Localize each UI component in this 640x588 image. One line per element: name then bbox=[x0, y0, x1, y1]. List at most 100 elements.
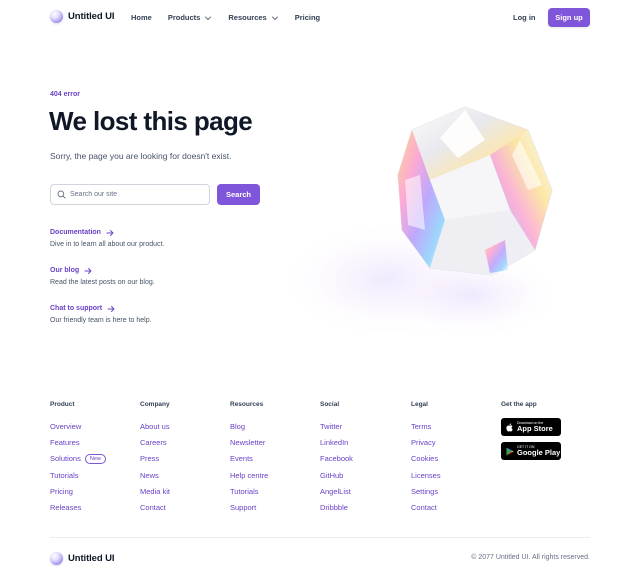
footer-link-label: Releases bbox=[50, 503, 82, 513]
footer-link[interactable]: Settings bbox=[411, 483, 441, 499]
link-description: Our friendly team is here to help. bbox=[50, 317, 152, 324]
app-store-button[interactable]: Download on the App Store bbox=[501, 418, 561, 436]
login-link[interactable]: Log in bbox=[513, 13, 536, 22]
footer-link[interactable]: Overview bbox=[50, 418, 106, 434]
footer-column-title: Resources bbox=[230, 401, 264, 408]
footer-link[interactable]: Events bbox=[230, 451, 268, 467]
search-input[interactable] bbox=[70, 191, 200, 198]
crystal-illustration bbox=[280, 106, 565, 340]
logo-text: Untitled UI bbox=[68, 553, 115, 564]
copyright-text: © 2077 Untitled UI. All rights reserved. bbox=[471, 554, 590, 561]
helpful-links: Documentation Dive in to learn all about… bbox=[50, 228, 164, 342]
nav-links: Home Products Resources Pricing bbox=[131, 13, 336, 22]
footer-column-title: Social bbox=[320, 401, 340, 408]
google-play-button[interactable]: GET IT ON Google Play bbox=[501, 442, 561, 460]
footer-column-social: Social Twitter LinkedIn Facebook GitHub … bbox=[320, 401, 353, 516]
footer-logo[interactable]: Untitled UI bbox=[50, 552, 115, 565]
footer-link-label: Features bbox=[50, 437, 80, 447]
link-label: Documentation bbox=[50, 229, 101, 236]
footer-link[interactable]: Media kit bbox=[140, 483, 170, 499]
nav-link-pricing[interactable]: Pricing bbox=[295, 13, 320, 22]
header-logo[interactable]: Untitled UI bbox=[50, 10, 115, 23]
footer-link[interactable]: LinkedIn bbox=[320, 434, 353, 450]
footer-link[interactable]: Privacy bbox=[411, 434, 441, 450]
footer-link[interactable]: Tutorials bbox=[50, 467, 106, 483]
footer-link-label: Overview bbox=[50, 421, 82, 431]
link-item-blog: Our blog Read the latest posts on our bl… bbox=[50, 266, 164, 288]
footer-link-label: Tutorials bbox=[50, 470, 79, 480]
page-title: We lost this page bbox=[49, 106, 253, 136]
search-field[interactable] bbox=[50, 184, 210, 205]
link-label: Chat to support bbox=[50, 305, 103, 312]
footer-link[interactable]: Dribbble bbox=[320, 499, 353, 515]
nav-link-resources[interactable]: Resources bbox=[228, 13, 278, 22]
footer-link[interactable]: Help centre bbox=[230, 467, 268, 483]
footer-link[interactable]: Support bbox=[230, 499, 268, 515]
footer-column-title: Get the app bbox=[501, 401, 537, 408]
footer-link[interactable]: GitHub bbox=[320, 467, 353, 483]
link-description: Dive in to learn all about our product. bbox=[50, 241, 165, 248]
footer-link-label: Solutions bbox=[50, 454, 81, 464]
footer-link[interactable]: News bbox=[140, 467, 170, 483]
footer-link[interactable]: Licenses bbox=[411, 467, 441, 483]
documentation-link[interactable]: Documentation bbox=[50, 228, 164, 237]
footer-link[interactable]: Twitter bbox=[320, 418, 353, 434]
store-big-text: Google Play bbox=[517, 448, 561, 457]
link-description: Read the latest posts on our blog. bbox=[50, 279, 155, 286]
footer-link[interactable]: About us bbox=[140, 418, 170, 434]
arrow-right-icon bbox=[107, 305, 115, 312]
signup-button[interactable]: Sign up bbox=[548, 8, 590, 27]
blog-link[interactable]: Our blog bbox=[50, 266, 164, 275]
search-icon bbox=[57, 190, 66, 199]
footer-link[interactable]: Contact bbox=[140, 499, 170, 515]
footer-link[interactable]: Solutions New bbox=[50, 451, 106, 467]
nav-link-label: Home bbox=[131, 13, 152, 22]
footer-link[interactable]: Newsletter bbox=[230, 434, 268, 450]
logo-text: Untitled UI bbox=[68, 11, 115, 22]
nav-link-label: Resources bbox=[228, 13, 267, 22]
footer-link[interactable]: Contact bbox=[411, 499, 441, 515]
chevron-down-icon bbox=[271, 16, 278, 20]
footer-link[interactable]: Features bbox=[50, 434, 106, 450]
top-navigation: Untitled UI Home Products Resources Pric… bbox=[0, 0, 640, 36]
page-subtitle: Sorry, the page you are looking for does… bbox=[50, 151, 232, 161]
footer-link[interactable]: Press bbox=[140, 451, 170, 467]
footer-column-title: Product bbox=[50, 401, 75, 408]
logo-mark-icon bbox=[50, 552, 63, 565]
nav-link-products[interactable]: Products bbox=[168, 13, 213, 22]
footer-link[interactable]: Blog bbox=[230, 418, 268, 434]
chevron-down-icon bbox=[205, 16, 212, 20]
footer-column-resources: Resources Blog Newsletter Events Help ce… bbox=[230, 401, 268, 516]
footer-link[interactable]: Pricing bbox=[50, 483, 106, 499]
nav-link-home[interactable]: Home bbox=[131, 13, 152, 22]
footer-column-get-app: Get the app Download on the App Store GE… bbox=[501, 401, 561, 466]
nav-link-label: Products bbox=[167, 13, 201, 22]
footer-link[interactable]: Careers bbox=[140, 434, 170, 450]
footer-link[interactable]: Facebook bbox=[320, 451, 353, 467]
search-button[interactable]: Search bbox=[217, 184, 260, 205]
support-link[interactable]: Chat to support bbox=[50, 304, 164, 313]
footer-link[interactable]: Tutorials bbox=[230, 483, 268, 499]
footer-link[interactable]: Terms bbox=[411, 418, 441, 434]
arrow-right-icon bbox=[106, 229, 114, 236]
footer-divider bbox=[50, 537, 590, 538]
footer-column-product: Product Overview Features Solutions New T… bbox=[50, 401, 106, 516]
apple-icon bbox=[506, 423, 513, 431]
error-code-label: 404 error bbox=[50, 91, 80, 98]
link-item-documentation: Documentation Dive in to learn all about… bbox=[50, 228, 164, 250]
link-label: Our blog bbox=[50, 267, 80, 274]
logo-mark-icon bbox=[50, 10, 63, 23]
new-badge: New bbox=[84, 453, 106, 464]
arrow-right-icon bbox=[84, 267, 92, 274]
nav-link-label: Pricing bbox=[294, 13, 321, 22]
footer-link[interactable]: Releases bbox=[50, 499, 106, 515]
footer-link[interactable]: AngelList bbox=[320, 483, 353, 499]
footer-link[interactable]: Cookies bbox=[411, 451, 441, 467]
footer-column-title: Legal bbox=[411, 401, 428, 408]
footer-column-company: Company About us Careers Press News Medi… bbox=[140, 401, 170, 516]
footer-column-title: Company bbox=[140, 401, 170, 408]
google-play-icon bbox=[506, 447, 514, 455]
link-item-support: Chat to support Our friendly team is her… bbox=[50, 304, 164, 326]
footer-column-legal: Legal Terms Privacy Cookies Licenses Set… bbox=[411, 401, 441, 516]
footer-link-label: Pricing bbox=[50, 486, 73, 496]
